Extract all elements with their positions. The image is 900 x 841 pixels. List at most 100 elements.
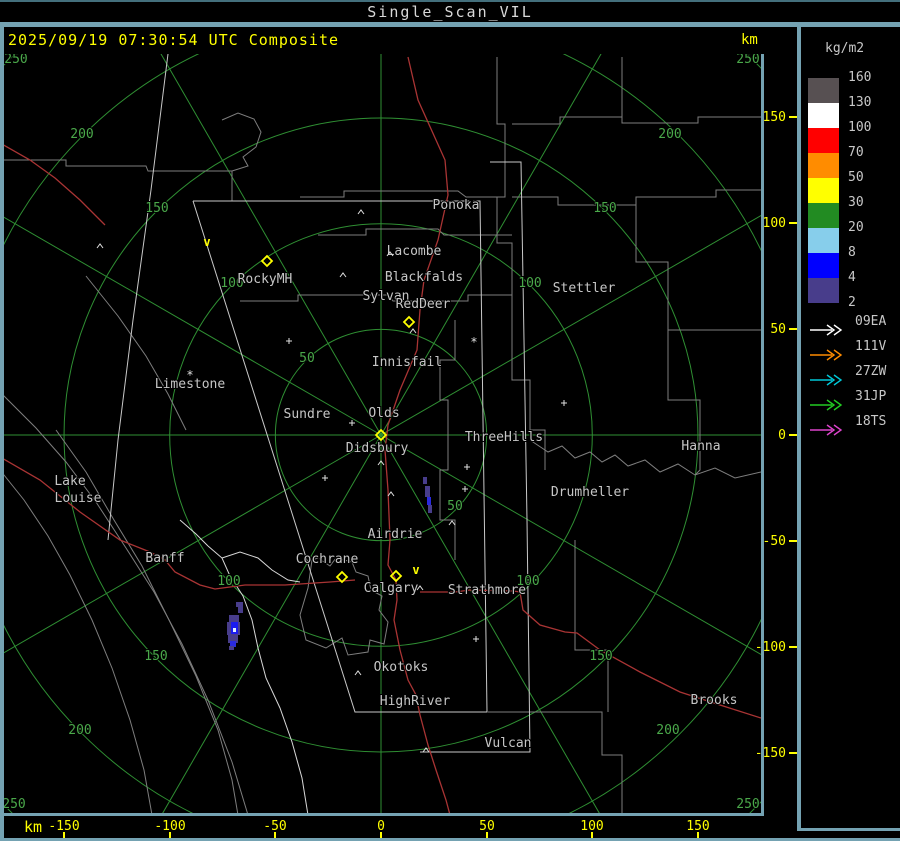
city-label: Lacombe	[387, 244, 442, 259]
range-ring-label: 200	[68, 723, 91, 738]
vil-echo	[229, 615, 239, 623]
km-unit-label-bottom: km	[24, 818, 43, 836]
town-caret-icon	[339, 272, 347, 278]
city-label: Cochrane	[296, 552, 359, 567]
city-label: RedDeer	[396, 297, 451, 312]
range-ring-label: 150	[589, 649, 612, 664]
bottom-axis-label: -150	[48, 819, 79, 834]
legend-units-label: kg/m2	[825, 41, 865, 56]
legend-tick-label: 50	[848, 169, 864, 185]
radar-site-id-label: 18TS	[855, 413, 887, 429]
city-label: Lake	[54, 474, 85, 489]
vil-echo	[423, 477, 427, 484]
county-boundary-line	[299, 557, 389, 656]
town-caret-icon	[387, 491, 395, 497]
map-right-border	[761, 54, 764, 816]
city-label: Sundre	[284, 407, 331, 422]
city-label: Hanna	[681, 439, 720, 454]
left-frame	[0, 22, 4, 841]
town-asterisk-icon: *	[186, 368, 193, 382]
right-axis-label: 50	[770, 322, 786, 337]
radar-site-arrow-icon	[810, 324, 843, 336]
city-label: Banff	[145, 551, 184, 566]
town-caret-icon	[409, 328, 417, 334]
legend-tick-label: 160	[848, 69, 872, 85]
town-plus-icon	[464, 464, 470, 470]
town-plus-icon	[322, 475, 328, 481]
town-caret-icon	[96, 243, 104, 249]
radar-site-legend-row: 27ZW	[808, 364, 898, 386]
city-label: Olds	[368, 406, 399, 421]
town-caret-icon	[357, 209, 365, 215]
radar-site-id-label: 09EA	[855, 313, 887, 329]
city-label: Okotoks	[374, 660, 429, 675]
legend-swatch	[808, 128, 839, 153]
vil-echo	[229, 646, 234, 650]
city-label: Stettler	[553, 281, 616, 296]
radar-site-arrow-icon	[810, 374, 843, 386]
legend-swatch	[808, 203, 839, 228]
bottom-axis-label: -50	[263, 819, 286, 834]
city-label: Innisfail	[372, 355, 442, 370]
city-label: Brooks	[691, 693, 738, 708]
county-boundary-line	[496, 57, 513, 322]
vil-echo	[428, 505, 432, 513]
range-ring-label: 150	[593, 201, 616, 216]
city-label: HighRiver	[380, 694, 451, 709]
county-boundary-line	[511, 322, 546, 470]
color-legend-panel: kg/m2 160 130 100 70 50 30 20 8 4 2 09EA 111V 27ZW 31…	[801, 27, 900, 828]
radar-site-legend-row: 111V	[808, 339, 898, 361]
county-boundary-line	[488, 711, 623, 813]
bottom-axis-label: -100	[154, 819, 185, 834]
range-ring-label: 150	[145, 201, 168, 216]
city-label: Blackfalds	[385, 270, 463, 285]
radar-site-arrow-icon	[810, 349, 843, 361]
legend-swatch	[808, 253, 839, 278]
town-plus-icon	[349, 420, 355, 426]
bottom-axis-label: 50	[479, 819, 495, 834]
city-label: Calgary	[364, 581, 419, 596]
legend-swatch	[808, 228, 839, 253]
legend-tick-label: 2	[848, 294, 856, 310]
county-boundary-line	[300, 190, 497, 198]
town-caret-icon	[448, 520, 456, 526]
legend-tick-label: 8	[848, 244, 856, 260]
city-label: ThreeHills	[465, 430, 543, 445]
range-ring-label: 200	[658, 127, 681, 142]
radar-site-arrow-icon	[810, 424, 843, 436]
range-ring-label: 150	[144, 649, 167, 664]
checkmark-icon: v	[412, 563, 419, 577]
legend-tick-label: 20	[848, 219, 864, 235]
bottom-axis-label: 100	[580, 819, 603, 834]
map-layers: 5010015020025010015020025010015020025050…	[2, 54, 761, 813]
city-label: Drumheller	[551, 485, 629, 500]
county-boundary-line	[512, 116, 761, 125]
legend-tick-label: 130	[848, 94, 872, 110]
legend-swatch	[808, 103, 839, 128]
county-boundary-line	[635, 205, 761, 331]
range-ring-label: 250	[736, 797, 759, 812]
legend-swatch	[808, 178, 839, 203]
county-boundary-line	[574, 540, 609, 712]
panel-bottom-border	[797, 828, 900, 831]
bottom-axis-label: 0	[377, 819, 385, 834]
bottom-axis-label: 150	[686, 819, 709, 834]
city-label: Louise	[55, 491, 102, 506]
range-ring	[4, 54, 761, 813]
range-ring-label: 200	[656, 723, 679, 738]
highway-line	[4, 458, 356, 590]
range-ring-label: 250	[2, 797, 25, 812]
right-axis-label: 100	[763, 216, 786, 231]
radar-site-id-label: 111V	[855, 338, 887, 354]
range-ring-label: 50	[447, 499, 463, 514]
city-label: Vulcan	[485, 736, 532, 751]
range-ring-label: 100	[518, 276, 541, 291]
county-boundary-line	[318, 228, 512, 236]
legend-tick-label: 100	[848, 119, 872, 135]
scan-coverage-outline	[107, 54, 169, 541]
radar-site-id-label: 27ZW	[855, 363, 887, 379]
vil-echo	[425, 486, 430, 497]
vil-echo	[238, 606, 243, 613]
city-label: Didsbury	[346, 441, 409, 456]
radar-site-arrow-icon	[810, 399, 843, 411]
